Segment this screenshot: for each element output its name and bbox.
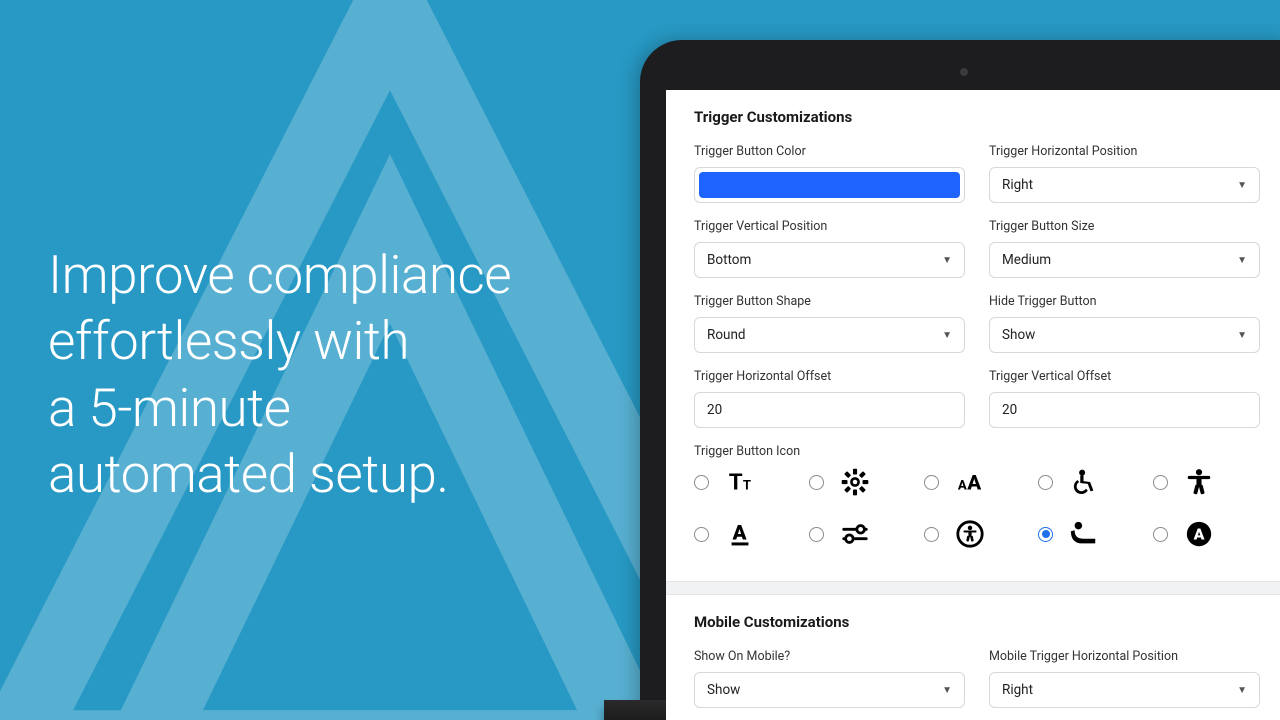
icon-option-body[interactable]: [1153, 467, 1260, 497]
trigger-vpos-field: Trigger Vertical Position Bottom ▼: [694, 219, 965, 278]
trigger-hpos-field: Trigger Horizontal Position Right ▼: [989, 144, 1260, 203]
wheelchair-icon: [1067, 467, 1101, 497]
mobile-hpos-select[interactable]: Right ▼: [989, 672, 1260, 708]
hero-line: Improve compliance: [48, 244, 511, 306]
text-size-icon: TT: [723, 467, 757, 497]
radio[interactable]: [1153, 527, 1168, 542]
aa-icon: AA: [953, 467, 987, 497]
field-label: Trigger Button Color: [694, 144, 965, 159]
select-value: Right: [1002, 177, 1033, 193]
show-on-mobile-field: Show On Mobile? Show ▼: [694, 649, 965, 708]
icon-option-circle-a[interactable]: A: [1153, 519, 1260, 549]
select-value: Bottom: [707, 252, 751, 268]
select-value: Show: [707, 682, 740, 698]
radio[interactable]: [809, 527, 824, 542]
trigger-vpos-select[interactable]: Bottom ▼: [694, 242, 965, 278]
chevron-down-icon: ▼: [942, 330, 952, 341]
trigger-voffset-input[interactable]: [989, 392, 1260, 428]
field-label: Trigger Vertical Position: [694, 219, 965, 234]
trigger-shape-field: Trigger Button Shape Round ▼: [694, 294, 965, 353]
svg-text:A: A: [957, 479, 966, 494]
chevron-down-icon: ▼: [1237, 255, 1247, 266]
trigger-customizations-section: Trigger Customizations Trigger Button Co…: [666, 90, 1280, 565]
hide-trigger-select[interactable]: Show ▼: [989, 317, 1260, 353]
show-on-mobile-select[interactable]: Show ▼: [694, 672, 965, 708]
icon-option-text-size[interactable]: TT: [694, 467, 801, 497]
radio[interactable]: [1153, 475, 1168, 490]
field-label: Hide Trigger Button: [989, 294, 1260, 309]
select-value: Show: [1002, 327, 1035, 343]
icon-option-reclining[interactable]: [1038, 519, 1145, 549]
radio[interactable]: [1038, 475, 1053, 490]
reclining-icon: [1067, 519, 1101, 549]
svg-text:T: T: [743, 479, 751, 494]
field-label: Trigger Button Shape: [694, 294, 965, 309]
chevron-down-icon: ▼: [942, 255, 952, 266]
svg-text:A: A: [967, 472, 981, 496]
laptop-mockup: Trigger Customizations Trigger Button Co…: [640, 40, 1280, 720]
circle-person-icon: [953, 519, 987, 549]
trigger-color-field: Trigger Button Color: [694, 144, 965, 203]
body-icon: [1182, 467, 1216, 497]
hero-line: effortlessly with: [48, 310, 409, 372]
hide-trigger-field: Hide Trigger Button Show ▼: [989, 294, 1260, 353]
trigger-voffset-field: Trigger Vertical Offset: [989, 369, 1260, 428]
radio[interactable]: [924, 475, 939, 490]
icon-option-underline-a[interactable]: A: [694, 519, 801, 549]
app-screen: Trigger Customizations Trigger Button Co…: [666, 90, 1280, 720]
icon-option-aa[interactable]: AA: [924, 467, 1031, 497]
svg-text:T: T: [729, 470, 743, 496]
trigger-icon-field: Trigger Button Icon TTAAAA: [694, 444, 1260, 555]
select-value: Round: [707, 327, 746, 343]
mobile-hpos-field: Mobile Trigger Horizontal Position Right…: [989, 649, 1260, 708]
svg-text:A: A: [732, 522, 748, 546]
field-label: Trigger Vertical Offset: [989, 369, 1260, 384]
select-value: Right: [1002, 682, 1033, 698]
circle-a-icon: A: [1182, 519, 1216, 549]
underline-a-icon: A: [723, 519, 757, 549]
radio[interactable]: [694, 475, 709, 490]
trigger-size-field: Trigger Button Size Medium ▼: [989, 219, 1260, 278]
color-picker[interactable]: [694, 167, 965, 203]
icon-option-wheelchair[interactable]: [1038, 467, 1145, 497]
radio[interactable]: [694, 527, 709, 542]
gear-icon: [838, 467, 872, 497]
trigger-hoffset-input[interactable]: [694, 392, 965, 428]
field-label: Trigger Button Size: [989, 219, 1260, 234]
color-swatch: [699, 172, 960, 198]
trigger-size-select[interactable]: Medium ▼: [989, 242, 1260, 278]
trigger-shape-select[interactable]: Round ▼: [694, 317, 965, 353]
hero-line: automated setup.: [48, 443, 449, 505]
field-label: Trigger Horizontal Offset: [694, 369, 965, 384]
hero-headline: Improve compliance effortlessly with a 5…: [48, 242, 688, 507]
hero-line: a 5-minute: [48, 377, 291, 439]
icon-option-sliders[interactable]: [809, 519, 916, 549]
chevron-down-icon: ▼: [1237, 330, 1247, 341]
icon-option-gear[interactable]: [809, 467, 916, 497]
chevron-down-icon: ▼: [942, 685, 952, 696]
chevron-down-icon: ▼: [1237, 685, 1247, 696]
select-value: Medium: [1002, 252, 1051, 268]
field-label: Trigger Button Icon: [694, 444, 1260, 459]
laptop-camera: [960, 68, 968, 76]
section-title: Mobile Customizations: [694, 613, 1260, 631]
svg-text:A: A: [1193, 525, 1205, 544]
mobile-customizations-section: Mobile Customizations Show On Mobile? Sh…: [666, 595, 1280, 720]
section-title: Trigger Customizations: [694, 108, 1260, 126]
chevron-down-icon: ▼: [1237, 180, 1247, 191]
sliders-icon: [838, 519, 872, 549]
radio[interactable]: [1038, 527, 1053, 542]
field-label: Show On Mobile?: [694, 649, 965, 664]
section-divider: [666, 581, 1280, 595]
field-label: Mobile Trigger Horizontal Position: [989, 649, 1260, 664]
trigger-hoffset-field: Trigger Horizontal Offset: [694, 369, 965, 428]
icon-option-circle-person[interactable]: [924, 519, 1031, 549]
radio[interactable]: [924, 527, 939, 542]
radio[interactable]: [809, 475, 824, 490]
field-label: Trigger Horizontal Position: [989, 144, 1260, 159]
trigger-hpos-select[interactable]: Right ▼: [989, 167, 1260, 203]
